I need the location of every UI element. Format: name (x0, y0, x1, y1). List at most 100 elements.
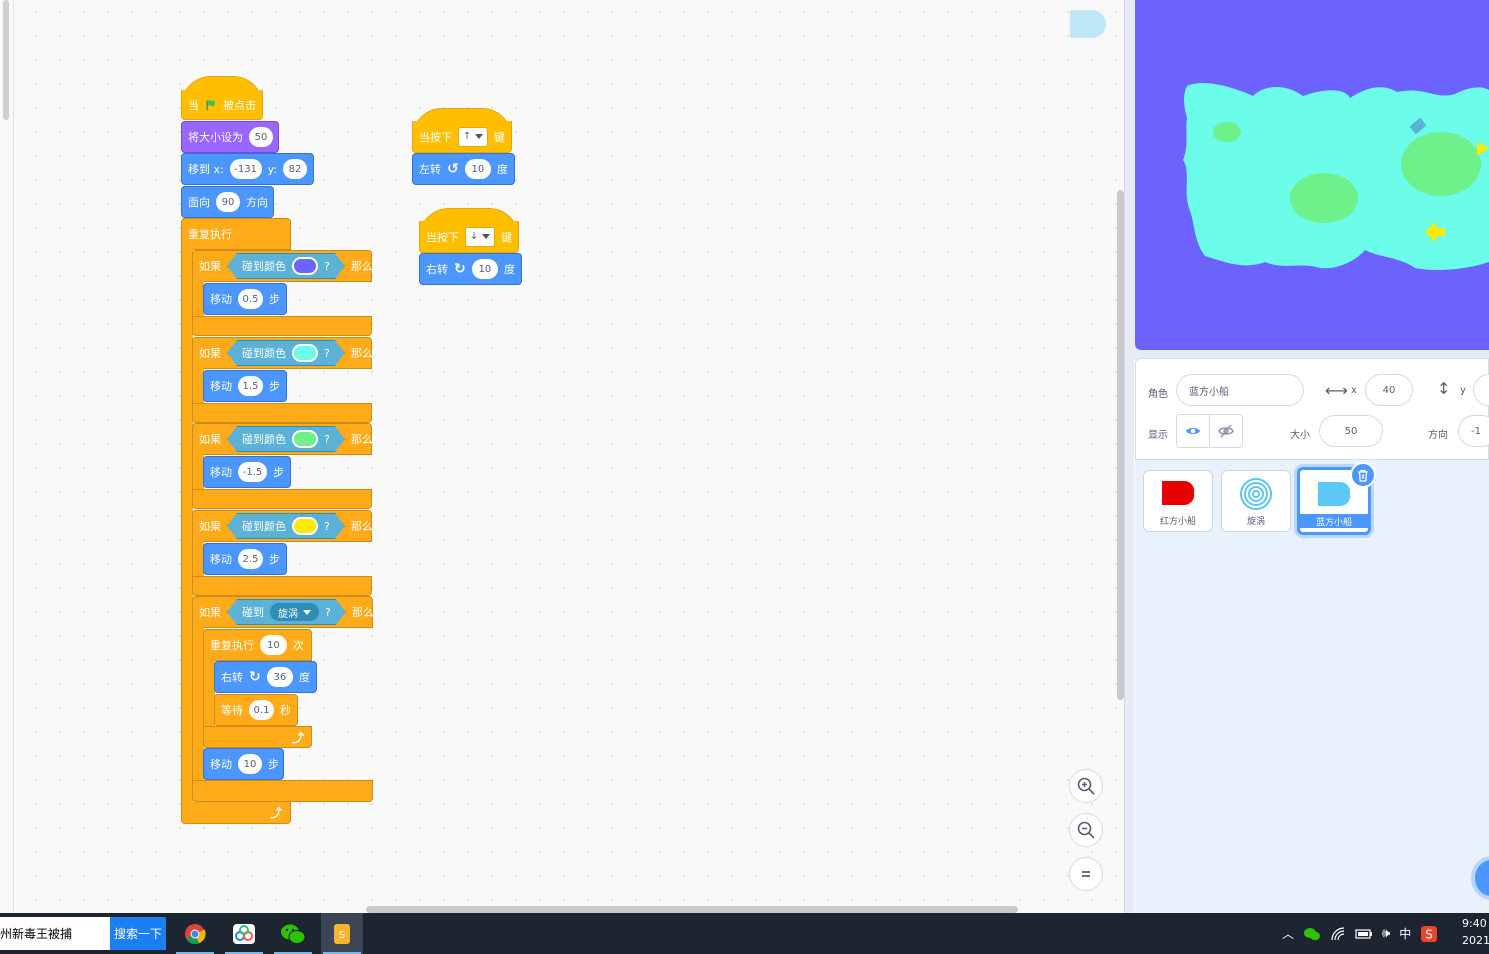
point-direction-block[interactable]: 面向 90 方向 (181, 186, 274, 218)
repeat-times-input[interactable]: 10 (260, 635, 287, 655)
chevron-up-icon[interactable]: ︿ (1282, 925, 1294, 942)
current-sprite-watermark (1070, 10, 1106, 38)
zoom-reset-button[interactable] (1069, 857, 1103, 891)
key-dropdown[interactable]: ↓ (465, 226, 495, 247)
move-steps-input[interactable]: 0.5 (238, 289, 263, 309)
size-field[interactable]: 50 (1319, 415, 1383, 447)
move-steps-block[interactable]: 移动 0.5 步 (203, 283, 287, 315)
move-steps-block[interactable]: 移动 -1.5 步 (203, 456, 291, 488)
wechat-taskbar-app[interactable] (272, 913, 314, 954)
turn-left-block[interactable]: 左转 ↺ 10 度 (412, 153, 515, 185)
vertical-scrollbar[interactable] (1117, 190, 1124, 700)
sogou-input-icon[interactable]: S (1420, 925, 1438, 943)
size-input[interactable]: 50 (249, 127, 273, 147)
move-steps-input[interactable]: 1.5 (238, 376, 263, 396)
touching-color-condition[interactable]: 碰到颜色 ? (227, 426, 345, 452)
horizontal-scrollbar[interactable] (366, 906, 1018, 913)
clicked-label: 被点击 (223, 98, 256, 112)
if-touching-color-block[interactable]: 如果 碰到颜色 ? 那么 (192, 423, 373, 455)
repeat-block[interactable]: 重复执行 10 次 (203, 629, 312, 661)
touching-color-condition[interactable]: 碰到颜色 ? (227, 513, 345, 539)
key-suffix: 键 (501, 230, 512, 244)
move-steps-block[interactable]: 移动 2.5 步 (203, 543, 287, 575)
delete-sprite-button[interactable] (1350, 462, 1376, 488)
zoom-in-button[interactable] (1069, 769, 1103, 803)
key-hat-label: 当按下 (419, 130, 452, 144)
if-foot (192, 780, 373, 802)
block-palette-edge (0, 0, 14, 913)
wifi-icon[interactable] (1330, 926, 1346, 941)
stage-backdrop (1183, 83, 1489, 271)
sprite-tile-vortex[interactable]: 旋涡 (1221, 470, 1291, 532)
if-foot (192, 403, 372, 423)
clock-time: 9:40 (1462, 917, 1487, 930)
turn-right-block[interactable]: 右转 ↻ 36 度 (214, 661, 317, 693)
touching-color-condition[interactable]: 碰到颜色 ? (227, 340, 345, 366)
color-swatch[interactable] (292, 344, 318, 362)
turn-unit: 度 (299, 671, 310, 684)
when-down-key-pressed-block[interactable]: 当按下 ↓ 键 (419, 221, 519, 253)
volume-icon[interactable]: 🕪 (1382, 926, 1390, 941)
direction-field[interactable]: -1 (1458, 415, 1489, 447)
show-visible-button[interactable] (1176, 414, 1210, 448)
color-swatch[interactable] (292, 257, 318, 275)
when-up-key-pressed-block[interactable]: 当按下 ↑ 键 (412, 121, 512, 153)
move-steps-input[interactable]: 2.5 (238, 549, 263, 569)
move-steps-block[interactable]: 移动 1.5 步 (203, 370, 287, 402)
if-touching-color-block[interactable]: 如果 碰到颜色 ? 那么 (192, 337, 373, 369)
goto-xy-block[interactable]: 移到 x: -131 y: 82 (181, 153, 314, 185)
color-swatch[interactable] (292, 430, 318, 448)
wait-block[interactable]: 等待 0.1 秒 (214, 694, 298, 726)
when-flag-clicked-block[interactable]: 当 被点击 (181, 90, 263, 120)
ime-indicator[interactable]: 中 (1399, 925, 1411, 942)
question-mark: ? (324, 346, 330, 360)
taskbar-clock[interactable]: 9:40 2021 (1462, 915, 1489, 949)
sprite-name-field[interactable]: 蓝方小船 (1176, 374, 1304, 406)
if-touching-color-block[interactable]: 如果 碰到颜色 ? 那么 (192, 250, 373, 282)
taskbar-search-input[interactable]: 州新毒王被捕 (0, 917, 110, 950)
y-field[interactable] (1473, 374, 1489, 406)
touching-color-condition[interactable]: 碰到颜色 ? (227, 253, 345, 279)
sprite-tile-red-boat[interactable]: 红方小船 (1143, 470, 1213, 532)
scratch-taskbar-app[interactable]: S (321, 913, 363, 954)
zoom-out-button[interactable] (1069, 813, 1103, 847)
taskbar-search-button[interactable]: 搜索一下 (110, 917, 166, 950)
if-touching-color-block[interactable]: 如果 碰到颜色 ? 那么 (192, 510, 373, 542)
palette-scrollbar[interactable] (3, 0, 9, 120)
chrome-taskbar-app[interactable] (174, 913, 216, 954)
move-steps-input[interactable]: -1.5 (238, 462, 267, 482)
wechat-tray-icon[interactable] (1303, 926, 1321, 942)
direction-input[interactable]: 90 (216, 192, 240, 212)
battery-icon[interactable] (1355, 928, 1373, 940)
move-steps-input[interactable]: 10 (238, 754, 262, 774)
wait-seconds-input[interactable]: 0.1 (249, 700, 274, 720)
stage[interactable] (1135, 0, 1489, 350)
search-button-label: 搜索一下 (113, 927, 162, 941)
loop-arrow-icon: ⤴ (292, 731, 305, 745)
direction-suffix: 方向 (246, 196, 268, 209)
goto-x-input[interactable]: -131 (229, 159, 262, 179)
hide-button[interactable] (1209, 414, 1243, 448)
touching-target-value: 旋涡 (278, 608, 298, 620)
wait-unit: 秒 (280, 704, 291, 717)
question-mark: ? (324, 519, 330, 533)
turn-degree-input[interactable]: 36 (266, 667, 293, 687)
key-dropdown[interactable]: ↑ (458, 126, 488, 147)
goto-y-input[interactable]: 82 (282, 159, 307, 179)
turn-right-input[interactable]: 10 (471, 259, 498, 279)
if-foot (192, 576, 372, 596)
baidu-netdisk-taskbar-app[interactable] (223, 913, 265, 954)
code-area[interactable]: 当 被点击 将大小设为 50 移到 x: -131 y: 82 面向 90 方向… (0, 0, 1125, 913)
move-steps-block[interactable]: 移动 10 步 (203, 748, 284, 780)
x-field[interactable]: 40 (1365, 374, 1413, 406)
color-swatch[interactable] (292, 517, 318, 535)
forever-block[interactable]: 重复执行 (181, 218, 291, 250)
if-touching-sprite-block[interactable]: 如果 碰到 旋涡 ? 那么 (192, 596, 374, 628)
touching-color-label: 碰到颜色 (242, 433, 286, 446)
touching-target-dropdown[interactable]: 旋涡 (270, 603, 319, 621)
set-size-block[interactable]: 将大小设为 50 (181, 121, 279, 153)
touching-sprite-condition[interactable]: 碰到 旋涡 ? (227, 599, 346, 625)
sprite-info-panel: 角色 蓝方小船 ⟷ x 40 ↕ y 显示 大小 50 方向 -1 (1135, 358, 1489, 460)
turn-left-input[interactable]: 10 (464, 159, 491, 179)
turn-right-block[interactable]: 右转 ↻ 10 度 (419, 253, 522, 285)
